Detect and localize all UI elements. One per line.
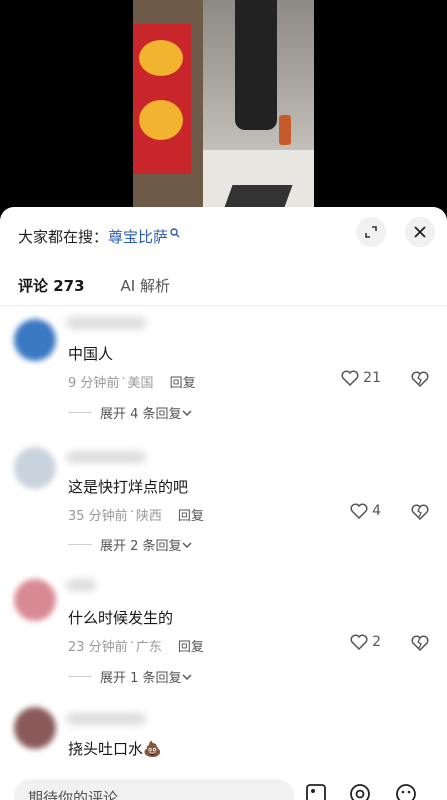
tab-ai-analysis[interactable]: AI 解析 (121, 275, 170, 296)
broken-heart-icon[interactable] (411, 635, 429, 651)
search-icon (170, 228, 180, 238)
like-count: 21 (363, 370, 381, 386)
at-icon[interactable] (349, 783, 371, 800)
expand-replies-label: 展开 4 条回复 (100, 407, 182, 422)
comment-text: 这是快打烊点的吧 (68, 478, 189, 496)
search-prefix: 大家都在搜： (18, 227, 109, 246)
comment-sheet: 大家都在搜： 尊宝比萨 评论 273 AI 解析 中国人 9 分钟前 · 美国 (0, 207, 447, 800)
avatar[interactable] (14, 447, 56, 489)
comment-text: 什么时候发生的 (68, 609, 174, 627)
video-cat-graphic (139, 40, 183, 76)
comment-meta: 35 分钟前 · 陕西 回复 (68, 505, 204, 524)
comment-text: 中国人 (68, 345, 114, 363)
like-button[interactable]: 21 (341, 370, 381, 386)
tab-comments[interactable]: 评论 273 (18, 275, 85, 296)
avatar[interactable] (14, 579, 56, 621)
expand-replies-label: 展开 1 条回复 (100, 671, 182, 686)
video-bottle (279, 115, 291, 145)
heart-icon (350, 503, 368, 519)
chevron-down-icon (182, 410, 192, 416)
broken-heart-icon[interactable] (411, 504, 429, 520)
close-button[interactable] (405, 217, 435, 247)
comment-location: 广东 (135, 640, 162, 655)
expand-replies-label: 展开 2 条回复 (100, 539, 182, 554)
comment-input-placeholder: 期待你的评论 (28, 789, 119, 800)
comment-time: 35 分钟前 (68, 509, 128, 524)
comment-meta: 9 分钟前 · 美国 回复 (68, 372, 196, 391)
username-blurred (66, 451, 146, 463)
avatar[interactable] (14, 707, 56, 749)
comment-input-bar: 期待你的评论 (0, 771, 447, 800)
video-player[interactable] (0, 0, 447, 210)
heart-icon (341, 370, 359, 386)
avatar[interactable] (14, 319, 56, 361)
username-blurred (66, 713, 146, 725)
expand-replies[interactable]: 展开 2 条回复 (68, 535, 192, 554)
expand-replies[interactable]: 展开 4 条回复 (68, 403, 192, 422)
search-suggestion[interactable]: 大家都在搜： 尊宝比萨 (18, 225, 180, 247)
video-person (235, 0, 277, 130)
comment-item: 什么时候发生的 23 分钟前 · 广东 回复 2 展开 1 条回复 (0, 571, 447, 701)
expand-replies[interactable]: 展开 1 条回复 (68, 667, 192, 686)
broken-heart-icon[interactable] (411, 371, 429, 387)
expand-button[interactable] (356, 217, 386, 247)
reply-button[interactable]: 回复 (178, 636, 204, 655)
expand-icon (365, 226, 377, 238)
expand-line (68, 544, 92, 545)
like-button[interactable]: 4 (350, 503, 381, 519)
like-count: 2 (372, 634, 381, 650)
tab-divider (0, 305, 447, 306)
search-term-link[interactable]: 尊宝比萨 (108, 226, 168, 247)
reply-button[interactable]: 回复 (178, 505, 204, 524)
comment-input[interactable]: 期待你的评论 (14, 779, 294, 800)
heart-icon (350, 634, 368, 650)
comment-time: 23 分钟前 (68, 640, 128, 655)
like-button[interactable]: 2 (350, 634, 381, 650)
comment-text: 挠头吐口水💩 (68, 740, 162, 758)
video-cat-graphic (139, 100, 183, 140)
like-count: 4 (372, 503, 381, 519)
image-icon[interactable] (305, 783, 327, 800)
expand-line (68, 676, 92, 677)
comment-location: 美国 (127, 376, 154, 391)
tab-bar: 评论 273 AI 解析 (18, 275, 170, 296)
close-icon (414, 226, 426, 238)
expand-line (68, 412, 92, 413)
comment-location: 陕西 (135, 509, 162, 524)
comment-item: 中国人 9 分钟前 · 美国 回复 21 展开 4 条回复 (0, 307, 447, 437)
reply-button[interactable]: 回复 (170, 372, 196, 391)
chevron-down-icon (182, 542, 192, 548)
video-frame (133, 0, 314, 210)
comment-item: 这是快打烊点的吧 35 分钟前 · 陕西 回复 4 展开 2 条回复 (0, 439, 447, 569)
username-blurred (66, 579, 96, 591)
emoji-icon[interactable] (395, 783, 417, 800)
comment-time: 9 分钟前 (68, 376, 120, 391)
comment-meta: 23 分钟前 · 广东 回复 (68, 636, 204, 655)
username-blurred (66, 317, 146, 329)
chevron-down-icon (182, 674, 192, 680)
